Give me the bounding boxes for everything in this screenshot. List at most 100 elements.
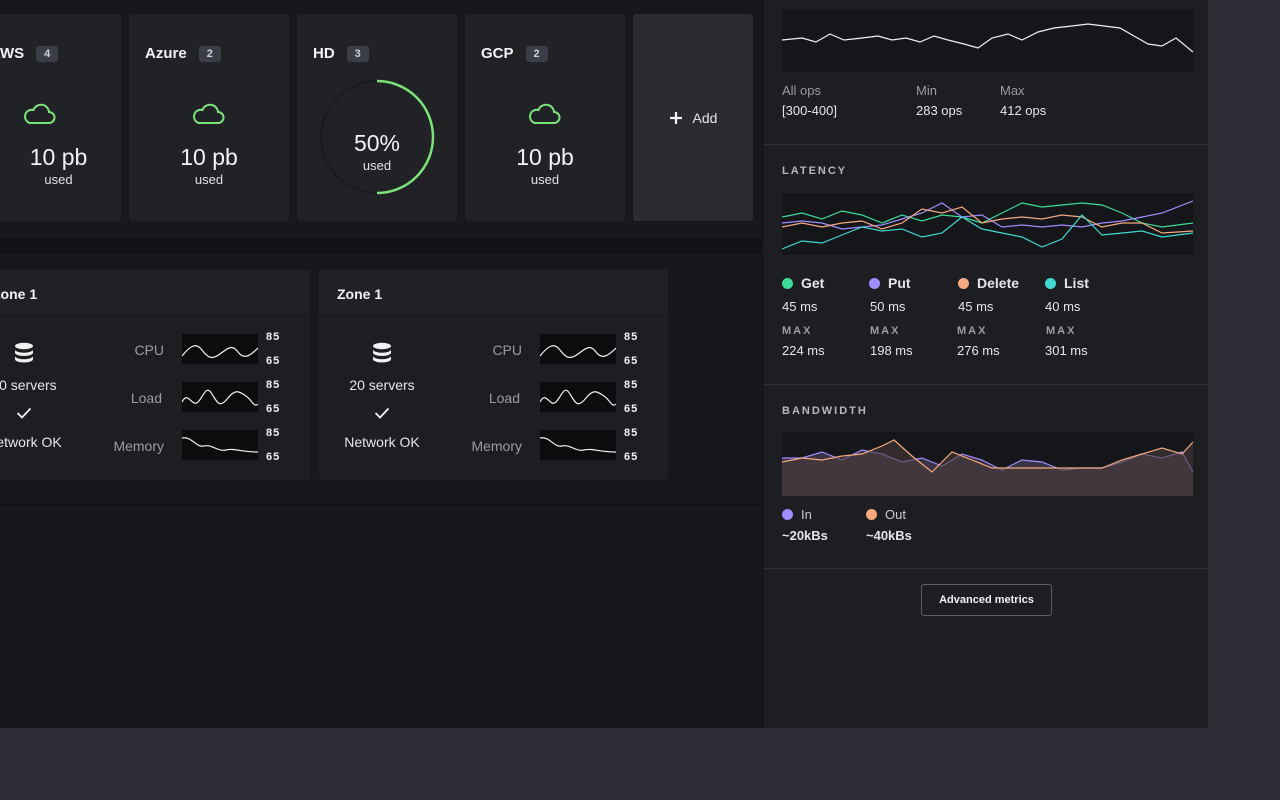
in-value: ~20kBs xyxy=(782,528,828,543)
cloud-icon xyxy=(529,103,561,124)
all-ops-label: All ops xyxy=(782,83,822,98)
delete-label: Delete xyxy=(977,275,1020,291)
put-label: Put xyxy=(888,275,911,291)
server-count: 20 servers xyxy=(0,377,57,393)
ops-chart xyxy=(781,10,1194,72)
network-status: Network OK xyxy=(0,434,62,450)
cpu-high-tick: 85 xyxy=(624,331,639,343)
memory-sparkline xyxy=(539,430,617,460)
zone-divider xyxy=(0,504,762,506)
load-low-tick: 65 xyxy=(624,403,639,415)
out-value: ~40kBs xyxy=(866,528,912,543)
latency-chart xyxy=(781,193,1194,255)
provider-name: Azure xyxy=(145,45,187,62)
zone-title: Zone 1 xyxy=(0,270,310,316)
memory-low-tick: 65 xyxy=(624,451,639,463)
provider-count-badge: 2 xyxy=(525,45,548,62)
legend-in: In xyxy=(782,507,812,522)
list-dot xyxy=(1045,278,1056,289)
metric-label-load: Load xyxy=(488,390,520,406)
metric-label-load: Load xyxy=(130,390,162,406)
load-high-tick: 85 xyxy=(624,379,639,391)
storage-unit: used xyxy=(530,172,560,187)
bandwidth-title: BANDWIDTH xyxy=(782,405,868,417)
storage-unit: used xyxy=(44,172,73,187)
storage-unit: used xyxy=(194,172,224,187)
provider-card-aws[interactable]: AWS 4 10 pb used xyxy=(0,14,121,221)
cpu-low-tick: 65 xyxy=(624,355,639,367)
metric-label-memory: Memory xyxy=(471,438,522,454)
cpu-sparkline xyxy=(181,334,259,364)
get-max-value: 224 ms xyxy=(782,343,825,358)
delete-max-value: 276 ms xyxy=(957,343,1000,358)
cpu-low-tick: 65 xyxy=(266,355,281,367)
list-value: 40 ms xyxy=(1045,299,1081,314)
provider-count-badge: 4 xyxy=(36,45,59,62)
storage-value: 10 pb xyxy=(180,144,238,170)
memory-low-tick: 65 xyxy=(266,451,281,463)
cpu-sparkline xyxy=(539,334,617,364)
legend-out: Out xyxy=(866,507,906,522)
provider-name: GCP xyxy=(481,45,514,62)
metric-label-cpu: CPU xyxy=(134,342,164,358)
provider-card-hd[interactable]: HD 3 50% used xyxy=(297,14,457,221)
min-ops-value: 283 ops xyxy=(916,103,963,118)
legend-list: List xyxy=(1045,275,1089,291)
min-ops-label: Min xyxy=(916,83,937,98)
section-divider xyxy=(763,384,1208,385)
get-max-label: MAX xyxy=(782,325,813,337)
load-low-tick: 65 xyxy=(266,403,281,415)
provider-name: AWS xyxy=(0,45,25,62)
zone-card: Zone 1 20 servers Network OK CPU Load Me… xyxy=(0,270,310,480)
cpu-high-tick: 85 xyxy=(266,331,281,343)
metrics-sidebar: All ops [300-400] Min 283 ops Max 412 op… xyxy=(762,0,1208,728)
storage-value: 10 pb xyxy=(516,144,574,170)
server-count: 20 servers xyxy=(349,377,415,393)
provider-name: HD xyxy=(313,45,335,62)
get-dot xyxy=(782,278,793,289)
max-ops-label: Max xyxy=(1000,83,1025,98)
check-icon xyxy=(374,407,390,419)
in-label: In xyxy=(801,507,812,522)
legend-put: Put xyxy=(869,275,911,291)
add-provider-button[interactable]: Add xyxy=(633,14,753,221)
max-ops-value: 412 ops xyxy=(1000,103,1047,118)
plus-icon xyxy=(669,111,682,124)
section-divider xyxy=(0,238,762,254)
zone-title: Zone 1 xyxy=(319,270,668,316)
out-dot xyxy=(866,509,877,520)
bandwidth-chart xyxy=(781,432,1194,496)
advanced-metrics-button[interactable]: Advanced metrics xyxy=(921,584,1052,616)
cloud-icon xyxy=(193,103,225,124)
storage-value: 10 pb xyxy=(29,144,88,170)
memory-high-tick: 85 xyxy=(624,427,639,439)
metric-label-cpu: CPU xyxy=(492,342,522,358)
load-sparkline xyxy=(181,382,259,412)
provider-count-badge: 2 xyxy=(198,45,221,62)
provider-card-gcp[interactable]: GCP 2 10 pb used xyxy=(465,14,625,221)
main-area: AWS 4 10 pb used Azure 2 10 pb used HD 3 50… xyxy=(0,0,762,728)
progress-unit: used xyxy=(362,158,392,173)
delete-max-label: MAX xyxy=(957,325,988,337)
network-status: Network OK xyxy=(344,434,420,450)
provider-count-badge: 3 xyxy=(346,45,369,62)
all-ops-value: [300-400] xyxy=(782,103,837,118)
delete-dot xyxy=(958,278,969,289)
put-max-label: MAX xyxy=(870,325,901,337)
legend-get: Get xyxy=(782,275,824,291)
metric-label-memory: Memory xyxy=(113,438,164,454)
list-max-value: 301 ms xyxy=(1045,343,1088,358)
list-label: List xyxy=(1064,275,1089,291)
zone-card: Zone 1 20 servers Network OK CPU Load Me… xyxy=(319,270,668,480)
put-dot xyxy=(869,278,880,289)
dashboard-window: AWS 4 10 pb used Azure 2 10 pb used HD 3 50… xyxy=(0,0,1208,728)
put-max-value: 198 ms xyxy=(870,343,913,358)
get-label: Get xyxy=(801,275,825,291)
section-divider xyxy=(763,144,1208,145)
add-label: Add xyxy=(692,109,718,126)
latency-title: LATENCY xyxy=(782,165,848,177)
cloud-icon xyxy=(24,103,56,124)
load-high-tick: 85 xyxy=(266,379,281,391)
section-divider xyxy=(763,568,1208,569)
provider-card-azure[interactable]: Azure 2 10 pb used xyxy=(129,14,289,221)
